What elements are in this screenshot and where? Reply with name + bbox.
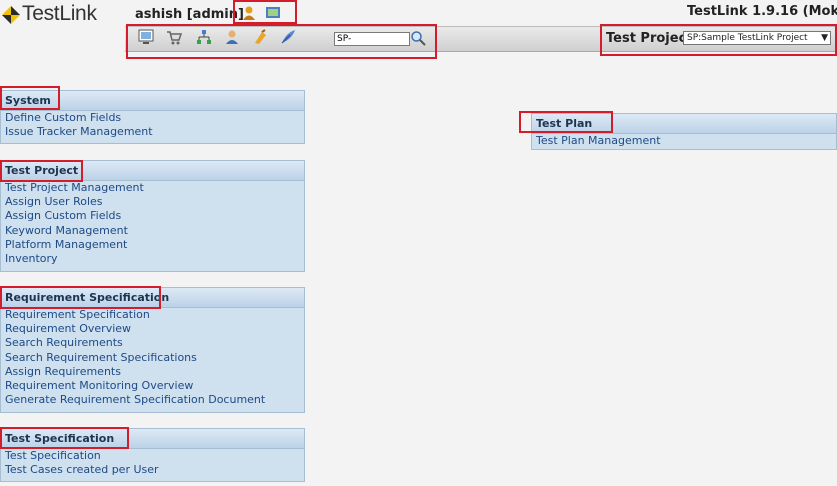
menu-link[interactable]: Test Specification xyxy=(1,449,304,463)
menu-link[interactable]: Search Requirement Specifications xyxy=(1,351,304,365)
testcase-search-input[interactable] xyxy=(334,32,410,46)
menu-link[interactable]: Test Project Management xyxy=(1,181,304,195)
dropdown-arrow-icon: ▼ xyxy=(821,33,828,43)
menu-link[interactable]: Platform Management xyxy=(1,238,304,252)
logo-diamond-icon xyxy=(2,6,20,24)
logout-icon[interactable] xyxy=(265,5,281,21)
desktop-icon[interactable] xyxy=(138,29,154,45)
menu-link[interactable]: Requirement Overview xyxy=(1,322,304,336)
menu-link[interactable]: Requirement Specification xyxy=(1,308,304,322)
hierarchy-icon[interactable] xyxy=(196,29,212,45)
cart-icon[interactable] xyxy=(166,29,182,45)
testlink-logo: TestLink xyxy=(0,2,120,32)
menu-link[interactable]: Keyword Management xyxy=(1,224,304,238)
test-spec-highlight xyxy=(0,427,129,449)
test-plan-highlight xyxy=(519,111,613,133)
app-version: TestLink 1.9.16 (Moka po xyxy=(687,4,837,19)
user-profile-icon[interactable] xyxy=(241,5,257,21)
menu-link[interactable]: Define Custom Fields xyxy=(1,111,304,125)
user-icons-highlight xyxy=(233,0,297,24)
menu-link[interactable]: Inventory xyxy=(1,252,304,266)
system-highlight xyxy=(0,86,60,110)
magnifier-icon[interactable] xyxy=(410,30,426,46)
menu-link[interactable]: Test Cases created per User xyxy=(1,463,304,477)
requirement-spec-highlight xyxy=(0,286,161,309)
menu-link[interactable]: Test Plan Management xyxy=(532,134,836,148)
menu-link[interactable]: Issue Tracker Management xyxy=(1,125,304,139)
user-icon[interactable] xyxy=(224,29,240,45)
bug-broom-icon[interactable] xyxy=(252,29,268,45)
test-project-select[interactable]: SP:Sample TestLink Project ▼ xyxy=(683,31,831,45)
menu-link[interactable]: Requirement Monitoring Overview xyxy=(1,379,304,393)
menu-link[interactable]: Generate Requirement Specification Docum… xyxy=(1,393,304,407)
menu-link[interactable]: Search Requirements xyxy=(1,336,304,350)
menu-link[interactable]: Assign User Roles xyxy=(1,195,304,209)
test-project-label: Test Project xyxy=(606,31,693,46)
app-name: TestLink xyxy=(22,2,97,25)
logged-user: ashish [admin] xyxy=(135,7,244,22)
test-project-highlight xyxy=(0,160,83,182)
test-project-selected: SP:Sample TestLink Project xyxy=(687,33,808,43)
menu-link[interactable]: Assign Custom Fields xyxy=(1,209,304,223)
feather-pen-icon[interactable] xyxy=(280,29,296,45)
menu-link[interactable]: Assign Requirements xyxy=(1,365,304,379)
